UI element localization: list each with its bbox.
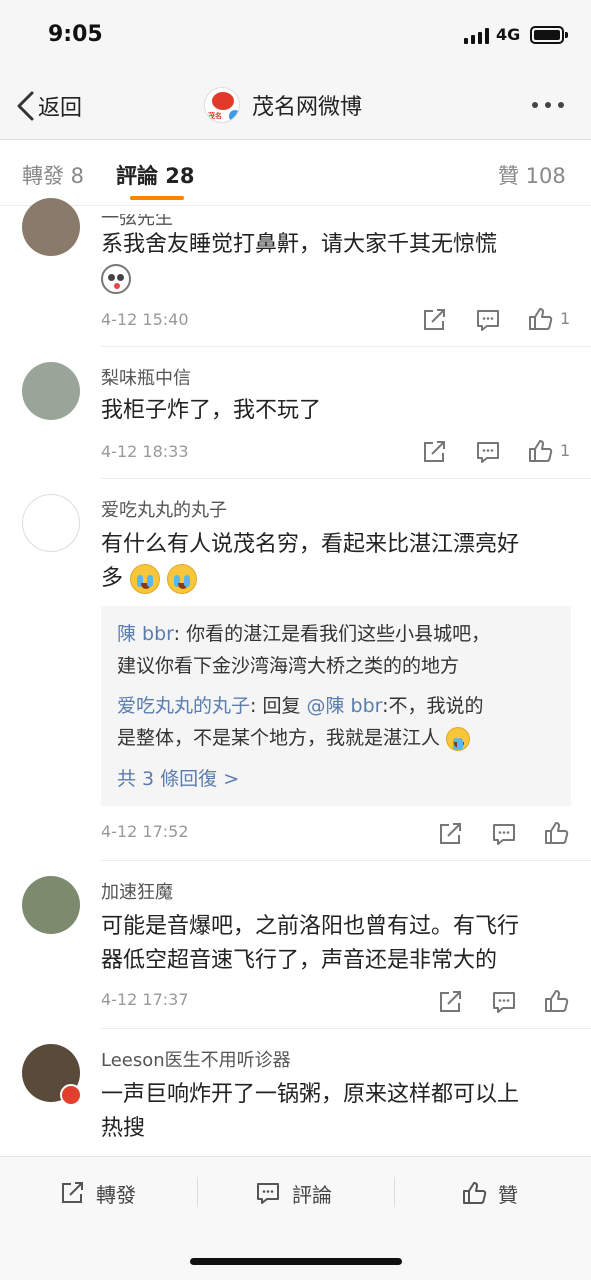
divider (394, 1177, 395, 1207)
more-replies-link[interactable]: 共 3 條回復 > (117, 764, 239, 791)
status-time: 9:05 (48, 22, 103, 47)
verified-icon (229, 110, 239, 122)
tab-bar: 轉發 8 評論 28 贊 108 (0, 140, 591, 206)
share-button[interactable] (436, 820, 464, 848)
comment-username[interactable]: Leeson医生不用听诊器 (101, 1046, 291, 1072)
reply-button[interactable] (490, 988, 518, 1016)
divider (197, 1177, 198, 1207)
laugh-cry-emoji-icon (446, 726, 471, 751)
divider (101, 478, 591, 479)
comment-text: 有什么有人说茂名穷，看起来比湛江漂亮好 多 (101, 528, 571, 596)
reply-button[interactable] (474, 306, 502, 334)
thumbs-up-icon (463, 1182, 487, 1204)
home-indicator[interactable] (190, 1258, 402, 1265)
reply-button[interactable] (474, 438, 502, 466)
comment-label: 評論 (292, 1182, 332, 1207)
logo-text: 茂名 (208, 112, 222, 120)
comment-date: 4-12 17:52 (101, 822, 189, 841)
like-button[interactable] (526, 437, 554, 465)
comment-text: 系我舍友睡觉打鼻鼾，请大家千其无惊慌 (101, 228, 571, 296)
repost-button[interactable]: 轉發 (58, 1177, 136, 1209)
reply-author[interactable]: 陳 bbr (117, 623, 174, 645)
battery-icon (530, 26, 568, 44)
comment-date: 4-12 17:37 (101, 990, 189, 1009)
comment-username[interactable]: 爱吃丸丸的丸子 (101, 496, 227, 522)
more-options-icon[interactable] (532, 102, 564, 108)
back-button[interactable]: 返回 (14, 86, 82, 126)
divider (101, 860, 591, 861)
like-button[interactable] (542, 987, 570, 1015)
divider (101, 346, 591, 347)
back-label: 返回 (38, 96, 83, 121)
badge-icon (60, 1084, 82, 1106)
reply-item[interactable]: 爱吃丸丸的丸子: 回复 @陳 bbr:不，我说的 是整体，不是某个地方，我就是湛… (117, 690, 557, 754)
share-icon (424, 441, 445, 462)
signal-icon (464, 28, 489, 44)
network-label: 4G (496, 25, 521, 44)
share-icon (424, 309, 445, 330)
comment-date: 4-12 18:33 (101, 442, 189, 461)
comment-icon (257, 1183, 279, 1204)
comment-icon (493, 824, 515, 845)
active-tab-indicator (130, 196, 184, 200)
panda-emoji-icon (101, 264, 131, 294)
comment-text: 我柜子炸了，我不玩了 (101, 398, 322, 423)
thumbs-up-icon (545, 822, 569, 844)
avatar[interactable] (22, 362, 80, 420)
share-button[interactable] (420, 306, 448, 334)
thumbs-up-icon (545, 990, 569, 1012)
comment-text: 一声巨响炸开了一锅粥，原来这样都可以上 热搜 (101, 1082, 520, 1141)
tab-repost[interactable]: 轉發 8 (22, 160, 84, 190)
comment-icon (493, 992, 515, 1013)
share-button[interactable] (420, 438, 448, 466)
avatar[interactable] (22, 494, 80, 552)
comment-icon (477, 310, 499, 331)
reply-author[interactable]: 爱吃丸丸的丸子 (117, 695, 250, 717)
comment-button[interactable]: 評論 (254, 1177, 332, 1209)
thumbs-up-icon (529, 308, 553, 330)
divider (101, 1028, 591, 1029)
comment-icon (477, 442, 499, 463)
avatar[interactable] (22, 876, 80, 934)
like-label: 贊 (498, 1182, 518, 1207)
chevron-left-icon (17, 91, 34, 121)
like-button[interactable] (526, 305, 554, 333)
like-button[interactable] (542, 819, 570, 847)
comment-username[interactable]: 梨味瓶中信 (101, 364, 191, 390)
nav-bar: 返回 茂名 茂名网微博 (0, 72, 591, 140)
status-bar: 9:05 4G (0, 0, 591, 72)
tab-like[interactable]: 贊 108 (498, 160, 566, 190)
account-logo: 茂名 (204, 87, 240, 123)
laugh-cry-emoji-icon (130, 564, 161, 594)
thumbs-up-icon (529, 440, 553, 462)
like-button[interactable]: 贊 (460, 1177, 518, 1209)
like-count: 1 (560, 309, 571, 328)
comment-username[interactable]: 加速狂魔 (101, 878, 173, 904)
reply-item[interactable]: 陳 bbr: 你看的湛江是看我们这些小县城吧， 建议你看下金沙湾海湾大桥之类的的… (117, 618, 557, 682)
mention-link[interactable]: @陳 bbr (307, 695, 383, 717)
share-icon (440, 823, 461, 844)
share-icon (440, 991, 461, 1012)
comment-date: 4-12 15:40 (101, 310, 189, 329)
share-button[interactable] (436, 988, 464, 1016)
repost-label: 轉發 (96, 1182, 136, 1207)
like-count: 1 (560, 441, 571, 460)
comment-username[interactable]: 一弦先生 (101, 214, 173, 230)
laugh-cry-emoji-icon (167, 564, 198, 594)
avatar[interactable] (22, 198, 80, 256)
page-title: 茂名网微博 (252, 95, 363, 120)
reply-thread: 陳 bbr: 你看的湛江是看我们这些小县城吧， 建议你看下金沙湾海湾大桥之类的的… (101, 606, 571, 806)
share-icon (62, 1182, 83, 1203)
reply-button[interactable] (490, 820, 518, 848)
comment-text: 可能是音爆吧，之前洛阳也曾有过。有飞行 器低空超音速飞行了，声音还是非常大的 (101, 914, 520, 973)
nav-title-group: 茂名 茂名网微博 (204, 84, 362, 126)
